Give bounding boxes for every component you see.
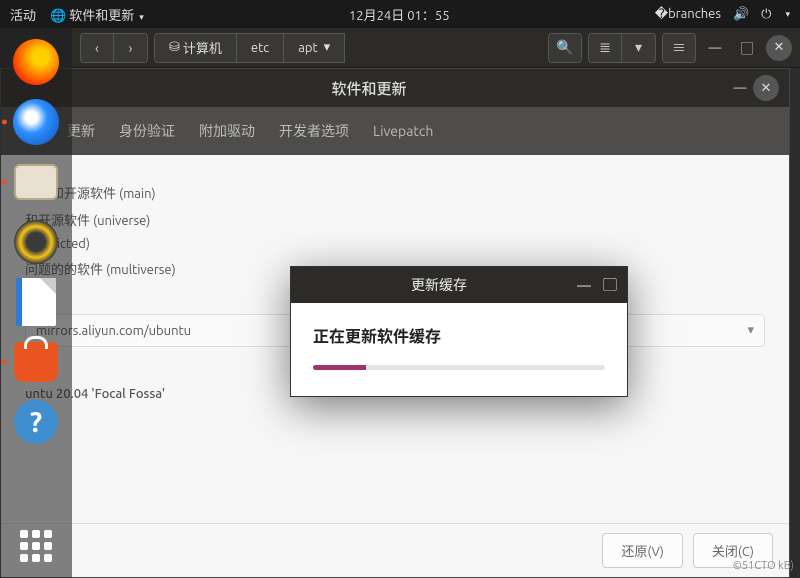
close-button[interactable]: ✕	[766, 35, 792, 61]
minimize-button[interactable]: —	[727, 75, 753, 101]
chevron-down-icon: ▾	[747, 323, 754, 338]
minimize-button[interactable]: —	[702, 35, 728, 61]
dialog-titlebar[interactable]: 更新缓存 — ▢	[291, 267, 627, 303]
watermark: ©51CTO kB)	[733, 560, 794, 572]
chevron-down-icon: ▾	[785, 9, 790, 20]
software-icon	[14, 342, 58, 382]
minimize-button[interactable]: —	[577, 277, 591, 293]
window-footer: 还原(V) 关闭(C)	[1, 523, 789, 577]
help-icon: ?	[14, 400, 58, 444]
rhythmbox-icon	[14, 220, 58, 264]
tab-auth[interactable]: 身份验证	[119, 121, 175, 141]
path-root[interactable]: 计算机	[183, 38, 222, 57]
tab-dev[interactable]: 开发者选项	[279, 121, 349, 141]
window-titlebar[interactable]: 软件和更新 — ✕	[1, 69, 789, 107]
power-icon[interactable]: ⏻	[761, 7, 771, 22]
dock-help[interactable]: ?	[10, 396, 62, 448]
tab-livepatch[interactable]: Livepatch	[373, 123, 433, 139]
search-button[interactable]: 🔍	[548, 33, 582, 63]
dialog-title: 更新缓存	[301, 275, 577, 295]
repo-main[interactable]: 免费和开源软件 (main)	[25, 183, 765, 202]
disk-icon: ⛁	[169, 40, 180, 55]
dock-software[interactable]	[10, 336, 62, 388]
update-cache-dialog: 更新缓存 — ▢ 正在更新软件缓存	[290, 266, 628, 397]
forward-button[interactable]: ›	[114, 33, 148, 63]
file-manager-toolbar: ‹ › ⛁ 计算机 etc apt ▾ 🔍 ≣ ▾ ≡ — ▢ ✕	[72, 28, 800, 68]
activities-button[interactable]: 活动	[10, 5, 36, 24]
show-applications[interactable]	[16, 526, 56, 566]
tab-drivers[interactable]: 附加驱动	[199, 121, 255, 141]
clock[interactable]: 12月24日 01：55	[144, 5, 655, 24]
globe-icon	[50, 9, 66, 23]
progress-bar	[313, 365, 605, 370]
repo-restricted[interactable]: (restricted)	[25, 237, 765, 251]
thunderbird-icon	[13, 99, 59, 145]
dock-thunderbird[interactable]	[10, 96, 62, 148]
revert-button[interactable]: 还原(V)	[602, 533, 682, 568]
dock-firefox[interactable]	[10, 36, 62, 88]
view-list-button[interactable]: ≣	[588, 33, 622, 63]
dock-files[interactable]	[10, 156, 62, 208]
path-bar[interactable]: ⛁ 计算机 etc apt ▾	[154, 33, 345, 63]
view-dropdown[interactable]: ▾	[622, 33, 656, 63]
progress-fill	[313, 365, 366, 370]
volume-icon[interactable]: 🔊	[733, 7, 749, 22]
maximize-button[interactable]: ▢	[734, 35, 760, 61]
network-icon[interactable]: �branches	[655, 7, 721, 22]
path-seg-apt[interactable]: apt	[298, 41, 317, 55]
firefox-icon	[13, 39, 59, 85]
back-button[interactable]: ‹	[80, 33, 114, 63]
files-icon	[14, 164, 58, 200]
tab-bar: 软件 更新 身份验证 附加驱动 开发者选项 Livepatch	[1, 107, 789, 155]
dock-rhythmbox[interactable]	[10, 216, 62, 268]
dialog-message: 正在更新软件缓存	[313, 323, 605, 347]
window-title: 软件和更新	[11, 78, 727, 99]
top-panel: 活动 软件和更新 ▾ 12月24日 01：55 �branches 🔊 ⏻ ▾	[0, 0, 800, 28]
app-menu[interactable]: 软件和更新 ▾	[50, 5, 144, 24]
repo-universe[interactable]: 和开源软件 (universe)	[25, 210, 765, 229]
maximize-button[interactable]: ▢	[603, 275, 617, 295]
libreoffice-icon	[16, 278, 56, 326]
app-menu-label: 软件和更新	[69, 9, 134, 23]
hamburger-menu[interactable]: ≡	[662, 33, 696, 63]
dock-libreoffice[interactable]	[10, 276, 62, 328]
dock: ?	[0, 28, 72, 578]
path-seg-etc[interactable]: etc	[237, 33, 284, 63]
close-button[interactable]: ✕	[753, 75, 779, 101]
